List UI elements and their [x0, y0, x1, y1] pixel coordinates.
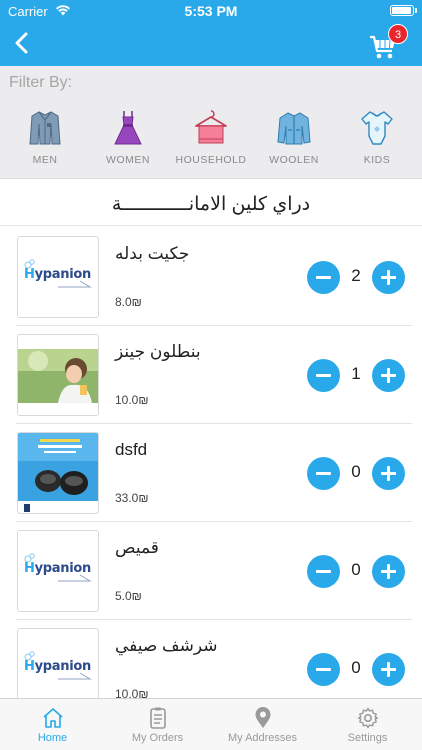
back-button[interactable]: [8, 28, 38, 58]
battery-icon: [390, 5, 414, 16]
product-image[interactable]: [17, 334, 99, 416]
product-row: dsfd 33.0₪ 0: [0, 424, 422, 522]
category-label: KIDS: [363, 154, 391, 166]
dress-icon: [114, 111, 142, 145]
product-image[interactable]: Hypanion: [17, 236, 99, 318]
quantity-value: 1: [351, 364, 361, 383]
increase-quantity-button[interactable]: [372, 261, 405, 294]
filter-bar: Filter By: MEN WOMEN HOUSEHOLD WOOLEN KI…: [0, 66, 422, 179]
woman-photo: [18, 335, 98, 415]
shirt-icon: [29, 111, 61, 145]
product-list[interactable]: Hypanion جكيت بدله 8.0₪ 2 بنطلون جينز 10…: [0, 228, 422, 698]
app-header: Carrier 5:53 PM 3: [0, 0, 422, 66]
filter-label: Filter By:: [9, 74, 73, 91]
home-icon: [42, 708, 63, 728]
increase-quantity-button[interactable]: [372, 653, 405, 686]
decrease-quantity-button[interactable]: [307, 359, 340, 392]
decrease-quantity-button[interactable]: [307, 457, 340, 490]
product-price: 10.0₪: [115, 687, 149, 698]
category-woolen[interactable]: WOOLEN: [252, 108, 336, 178]
increase-quantity-button[interactable]: [372, 555, 405, 588]
quantity-value: 0: [351, 658, 361, 677]
quantity-value: 0: [351, 560, 361, 579]
clock: 5:53 PM: [184, 3, 238, 19]
tab-label: My Orders: [131, 732, 184, 744]
tab-bar: Home My Orders My Addresses Settings: [0, 698, 422, 750]
product-name: dsfd: [115, 440, 148, 459]
tab-label: Settings: [347, 732, 388, 744]
product-price: 8.0₪: [115, 295, 142, 309]
category-household[interactable]: HOUSEHOLD: [169, 108, 253, 178]
tab-label: My Addresses: [227, 732, 298, 744]
product-image[interactable]: Hypanion: [17, 530, 99, 612]
category-label: MEN: [32, 154, 58, 166]
store-title: دراي كلين الامانــــــــــــة: [0, 186, 422, 226]
increase-quantity-button[interactable]: [372, 359, 405, 392]
chevron-left-icon: [15, 32, 28, 54]
tab-label: Home: [37, 732, 68, 744]
quantity-value: 0: [351, 462, 361, 481]
quantity-value: 2: [351, 266, 361, 285]
category-list: MEN WOMEN HOUSEHOLD WOOLEN KIDS: [0, 108, 422, 178]
category-men[interactable]: MEN: [3, 108, 87, 178]
product-name: قميص: [115, 538, 159, 557]
decrease-quantity-button[interactable]: [307, 653, 340, 686]
tab-home[interactable]: Home: [0, 699, 105, 750]
product-name: شرشف صيفي: [115, 636, 218, 655]
status-bar: Carrier 5:53 PM: [0, 0, 422, 22]
location-pin-icon: [255, 707, 270, 728]
product-image[interactable]: Hypanion: [17, 628, 99, 698]
category-women[interactable]: WOMEN: [86, 108, 170, 178]
product-price: 5.0₪: [115, 589, 142, 603]
category-label: WOOLEN: [269, 154, 319, 166]
cart-button[interactable]: 3: [368, 24, 408, 62]
product-name: جكيت بدله: [115, 244, 190, 263]
decrease-quantity-button[interactable]: [307, 261, 340, 294]
jacket-icon: [277, 112, 311, 145]
appliance-ad: [18, 433, 98, 513]
product-row: Hypanion شرشف صيفي 10.0₪ 0: [0, 620, 422, 698]
product-price: 33.0₪: [115, 491, 149, 505]
battery-tip: [415, 8, 417, 13]
tab-my-orders[interactable]: My Orders: [105, 699, 210, 750]
category-label: WOMEN: [106, 154, 150, 166]
cart-count-badge: 3: [388, 24, 408, 44]
tab-settings[interactable]: Settings: [315, 699, 420, 750]
orders-icon: [149, 707, 166, 729]
onesie-icon: [361, 111, 393, 145]
hypanion-logo: Hypanion: [18, 237, 98, 317]
gear-icon: [357, 707, 378, 729]
hypanion-logo: Hypanion: [18, 531, 98, 611]
tab-my-addresses[interactable]: My Addresses: [210, 699, 315, 750]
hypanion-logo: Hypanion: [18, 629, 98, 698]
category-label: HOUSEHOLD: [175, 154, 247, 166]
product-image[interactable]: [17, 432, 99, 514]
product-row: Hypanion جكيت بدله 8.0₪ 2: [0, 228, 422, 326]
increase-quantity-button[interactable]: [372, 457, 405, 490]
product-row: Hypanion قميص 5.0₪ 0: [0, 522, 422, 620]
product-row: بنطلون جينز 10.0₪ 1: [0, 326, 422, 424]
category-kids[interactable]: KIDS: [335, 108, 419, 178]
product-price: 10.0₪: [115, 393, 149, 407]
hanger-towel-icon: [195, 110, 227, 144]
product-name: بنطلون جينز: [115, 342, 201, 361]
decrease-quantity-button[interactable]: [307, 555, 340, 588]
